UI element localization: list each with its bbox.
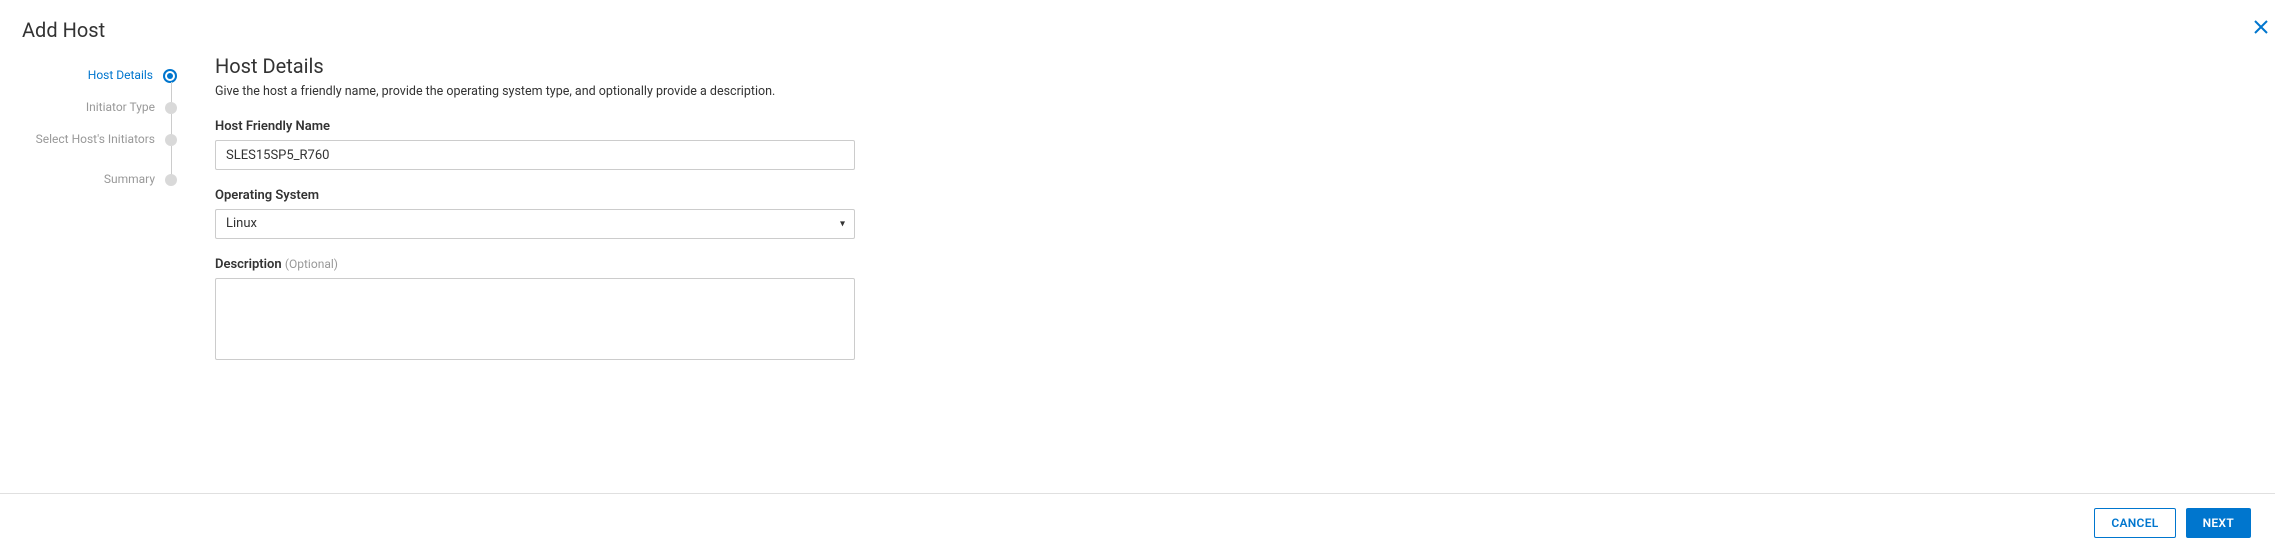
- step-initiator-type[interactable]: Initiator Type: [0, 100, 195, 132]
- description-input[interactable]: [215, 278, 855, 360]
- step-summary[interactable]: Summary: [0, 172, 195, 204]
- dialog-title: Add Host: [0, 0, 2275, 42]
- next-button[interactable]: NEXT: [2186, 508, 2251, 538]
- section-description: Give the host a friendly name, provide t…: [215, 84, 1025, 99]
- description-label-text: Description: [215, 257, 282, 272]
- os-select[interactable]: Linux: [215, 209, 855, 239]
- description-label: Description (Optional): [215, 257, 1025, 272]
- step-dot-icon: [165, 102, 177, 114]
- host-name-label: Host Friendly Name: [215, 119, 1025, 134]
- form-panel: Host Details Give the host a friendly na…: [195, 54, 1025, 382]
- step-label: Summary: [104, 172, 165, 188]
- step-dot-icon: [165, 174, 177, 186]
- close-icon[interactable]: [2247, 12, 2275, 46]
- section-title: Host Details: [215, 54, 1025, 78]
- os-label: Operating System: [215, 188, 1025, 203]
- step-dot-icon: [163, 69, 177, 83]
- step-label: Initiator Type: [86, 100, 165, 116]
- step-select-initiators[interactable]: Select Host's Initiators: [0, 132, 195, 164]
- step-label: Select Host's Initiators: [36, 132, 165, 148]
- step-host-details[interactable]: Host Details: [0, 68, 195, 100]
- description-optional-text: (Optional): [285, 257, 338, 271]
- cancel-button[interactable]: CANCEL: [2094, 508, 2175, 538]
- dialog-footer: CANCEL NEXT: [0, 493, 2275, 552]
- step-dot-icon: [165, 134, 177, 146]
- host-name-input[interactable]: [215, 140, 855, 170]
- wizard-stepper: Host Details Initiator Type Select Host'…: [0, 54, 195, 382]
- step-label: Host Details: [88, 68, 163, 84]
